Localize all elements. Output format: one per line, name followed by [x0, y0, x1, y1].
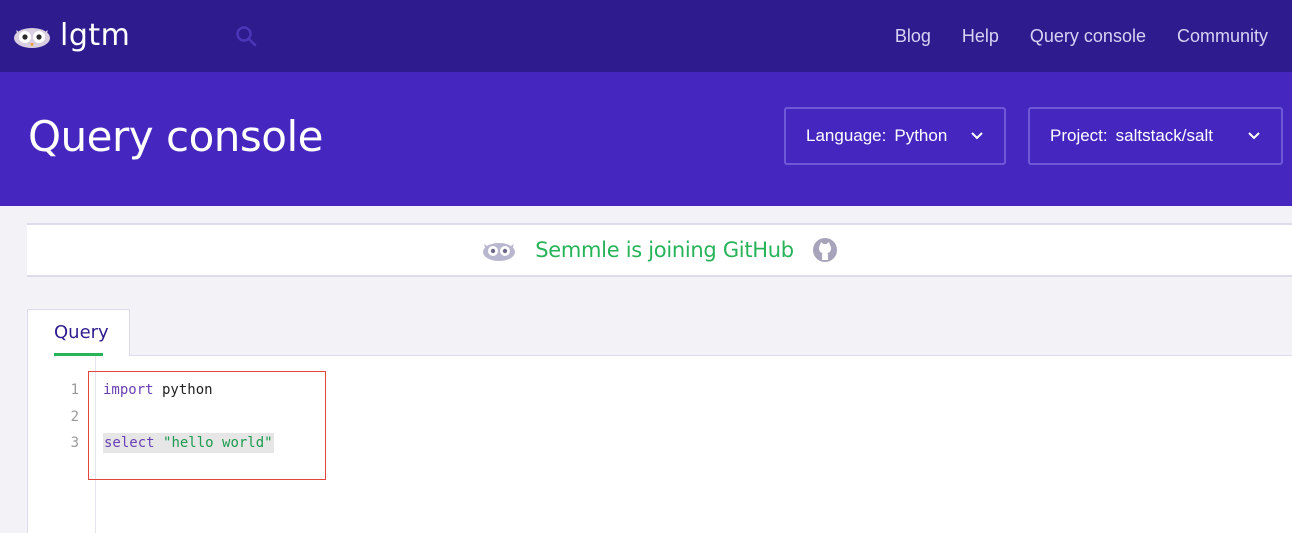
- nav-link-query-console[interactable]: Query console: [1030, 26, 1146, 47]
- search-icon: [236, 26, 257, 47]
- tab-query[interactable]: Query: [27, 309, 130, 356]
- lgtm-logo[interactable]: lgtm: [12, 18, 130, 54]
- chevron-down-icon: [971, 132, 983, 140]
- line-number: 1: [70, 382, 79, 398]
- main-nav: Blog Help Query console Community: [895, 0, 1268, 72]
- brand-name: lgtm: [60, 18, 131, 53]
- chevron-down-icon: [1248, 132, 1260, 140]
- announcement-link[interactable]: Semmle is joining GitHub: [535, 238, 794, 262]
- owl-icon: [483, 243, 516, 261]
- announcement-banner: Semmle is joining GitHub: [27, 223, 1292, 277]
- line-number: 3: [70, 435, 79, 451]
- language-select-label: Language:: [806, 126, 887, 145]
- owl-icon: [14, 28, 50, 48]
- project-select-value: saltstack/salt: [1115, 126, 1213, 145]
- page-header: Query console Language: Python Project: …: [0, 72, 1292, 206]
- nav-link-community[interactable]: Community: [1177, 26, 1268, 47]
- page-title: Query console: [28, 112, 324, 161]
- annotation-highlight-box: [88, 371, 326, 480]
- search-button[interactable]: [234, 24, 258, 48]
- top-navigation: lgtm Blog Help Query console Community: [0, 0, 1292, 72]
- line-number: 2: [70, 409, 79, 425]
- language-select-value: Python: [894, 126, 948, 145]
- active-tab-indicator: [54, 353, 103, 356]
- github-icon[interactable]: [812, 237, 838, 263]
- nav-link-blog[interactable]: Blog: [895, 26, 931, 47]
- tab-query-label: Query: [54, 322, 109, 343]
- project-select[interactable]: Project: saltstack/salt: [1028, 107, 1283, 165]
- language-select[interactable]: Language: Python: [784, 107, 1006, 165]
- nav-link-help[interactable]: Help: [962, 26, 999, 47]
- project-select-label: Project:: [1050, 126, 1108, 145]
- line-number-gutter: 1 2 3: [27, 356, 96, 533]
